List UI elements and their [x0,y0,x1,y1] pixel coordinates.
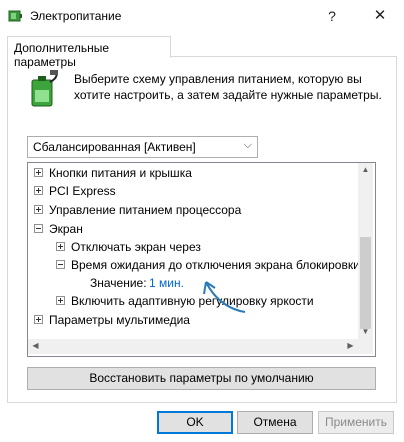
restore-defaults-button[interactable]: Восстановить параметры по умолчанию [27,367,376,390]
cancel-button[interactable]: Отмена [237,411,313,434]
battery-plug-icon [31,70,58,107]
expand-icon[interactable] [34,315,43,324]
expand-icon[interactable] [56,242,65,251]
window-title: Электропитание [30,9,122,23]
expand-icon[interactable] [34,205,43,214]
horizontal-scrollbar[interactable]: ◀ ▶ [28,339,358,354]
scroll-down-icon[interactable]: ▼ [358,327,373,336]
tab-label: Дополнительные параметры [14,41,109,69]
vertical-scrollbar[interactable]: ▲ ▼ [358,163,373,339]
annotation-arrow-icon [203,281,246,313]
chevron-down-icon: ⌵ [243,139,252,151]
close-button[interactable]: ✕ [370,6,390,26]
title-bar: Электропитание ? ✕ [0,0,404,32]
collapse-icon[interactable] [56,260,65,269]
collapse-icon[interactable] [34,224,43,233]
vertical-scroll-thumb[interactable] [360,237,371,329]
scroll-left-icon[interactable]: ◀ [28,341,43,350]
power-options-icon [8,10,22,22]
power-scheme-value: Сбалансированная [Активен] [33,140,196,154]
scroll-up-icon[interactable]: ▲ [358,165,373,174]
expand-icon[interactable] [34,186,43,195]
expand-icon[interactable] [34,168,43,177]
help-button[interactable]: ? [322,6,342,26]
scroll-right-icon[interactable]: ▶ [343,341,358,350]
description-text: Выберите схему управления питанием, кото… [74,72,382,102]
power-scheme-select[interactable]: Сбалансированная [Активен] ⌵ [27,136,258,158]
scrollbar-corner [358,339,373,354]
value-link[interactable]: 1 мин. [149,276,184,290]
tab-advanced-settings[interactable]: Дополнительные параметры [7,36,171,69]
apply-button[interactable]: Применить [318,411,394,434]
expand-icon[interactable] [56,296,65,305]
settings-tree[interactable]: Кнопки питания и крышка PCI Express Упра… [27,162,376,357]
ok-button[interactable]: OK [157,411,233,434]
